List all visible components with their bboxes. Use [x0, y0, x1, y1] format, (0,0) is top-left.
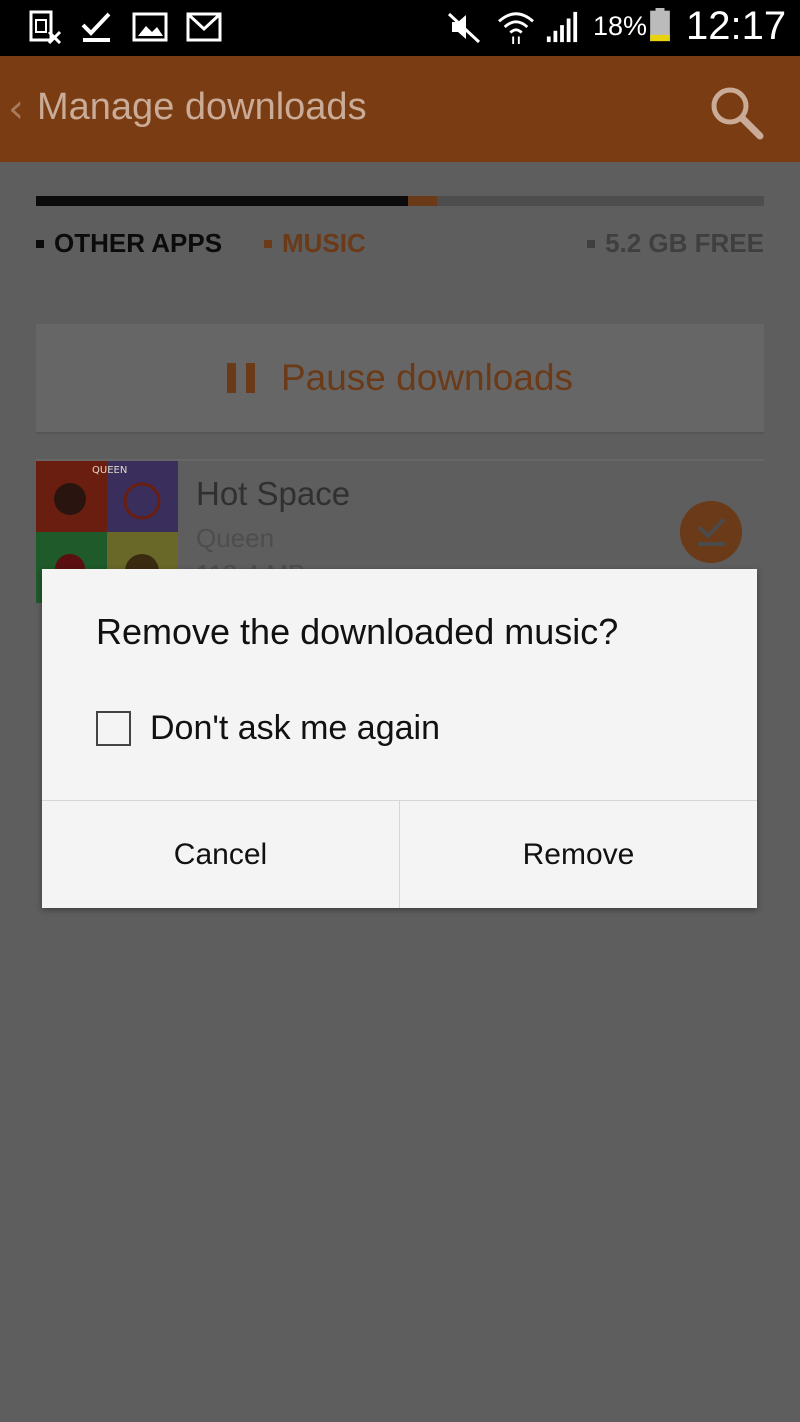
- downloaded-check-icon[interactable]: [680, 501, 742, 563]
- legend-swatch-other-apps: [36, 239, 44, 248]
- wifi-icon: [498, 12, 534, 44]
- dialog-title: Remove the downloaded music?: [96, 611, 619, 652]
- search-icon[interactable]: [706, 82, 766, 142]
- checkmark-icon: [81, 12, 111, 42]
- storage-segment-other-apps: [36, 196, 408, 206]
- legend-other-apps: OTHER APPS: [36, 228, 222, 259]
- dont-ask-again-label[interactable]: Don't ask me again: [150, 709, 440, 748]
- storage-segment-music: [408, 196, 438, 206]
- chevron-left-icon[interactable]: ‹: [8, 86, 24, 132]
- pause-downloads-label: Pause downloads: [280, 357, 574, 398]
- pause-downloads-button[interactable]: Pause downloads: [36, 324, 764, 432]
- remove-button[interactable]: Remove: [400, 801, 757, 908]
- legend-other-apps-label: OTHER APPS: [54, 228, 223, 258]
- status-bar: 18% 12:17: [0, 0, 800, 56]
- battery-icon: [650, 8, 670, 42]
- legend-swatch-music: [264, 239, 272, 248]
- legend-free-space: 5.2 GB FREE: [587, 228, 764, 259]
- app-bar: ‹ Manage downloads: [0, 56, 800, 162]
- album-art-band-text: QUEEN: [92, 465, 127, 476]
- page-title[interactable]: Manage downloads: [37, 86, 367, 129]
- gmail-icon: [186, 12, 222, 42]
- battery-percent: 18%: [593, 11, 648, 41]
- cancel-button[interactable]: Cancel: [42, 801, 399, 908]
- album-artist: Queen: [196, 523, 275, 553]
- legend-free-label: 5.2 GB FREE: [605, 228, 764, 258]
- dont-ask-again-checkbox[interactable]: [96, 711, 131, 746]
- pause-icon: [226, 363, 255, 393]
- legend-music-label: MUSIC: [282, 228, 366, 258]
- remove-dialog: Remove the downloaded music? Don't ask m…: [42, 569, 757, 908]
- image-icon: [132, 12, 168, 42]
- clock: 12:17: [686, 4, 787, 48]
- legend-music: MUSIC: [264, 228, 366, 259]
- mute-icon: [447, 12, 481, 44]
- storage-usage-bar: [36, 196, 764, 206]
- album-title: Hot Space: [196, 475, 351, 512]
- legend-swatch-free: [587, 239, 596, 248]
- sim-card-icon: [29, 10, 62, 44]
- signal-icon: [546, 11, 578, 43]
